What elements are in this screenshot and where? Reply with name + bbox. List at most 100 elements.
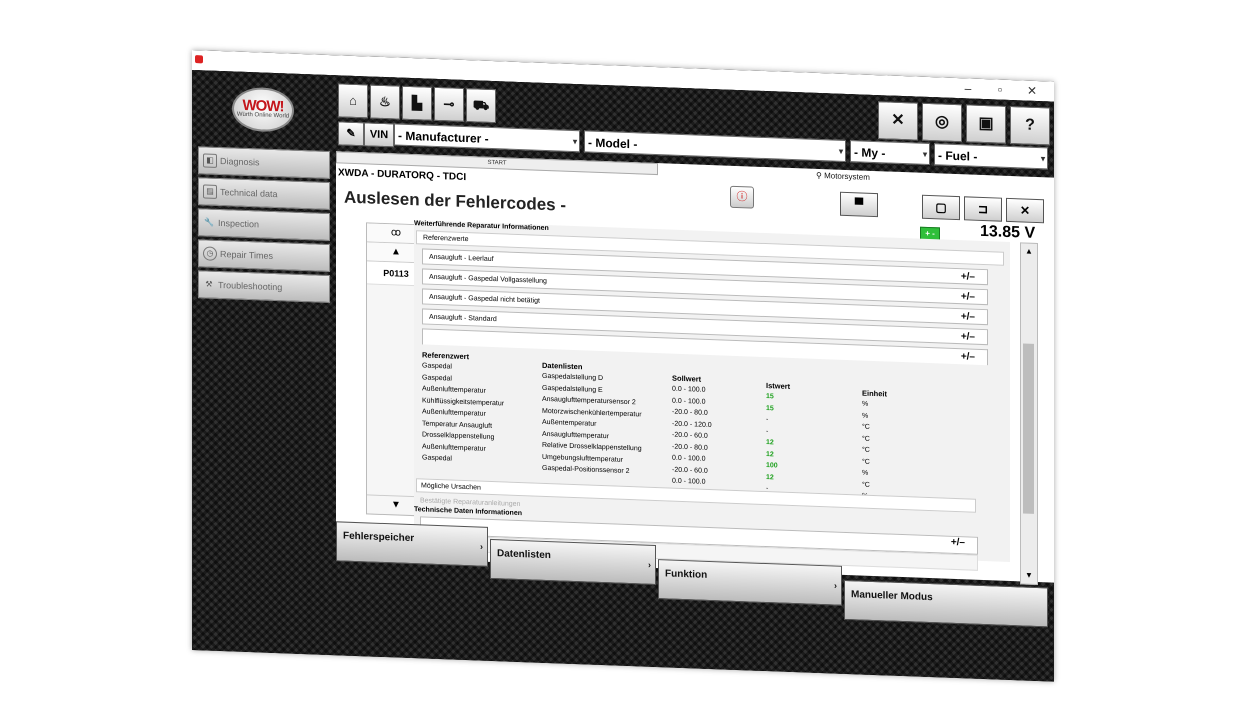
- my-select[interactable]: - My - ▾: [850, 140, 930, 166]
- factory-button[interactable]: ▙: [402, 85, 432, 121]
- tab-label: Manueller Modus: [851, 589, 933, 604]
- table-cell: 0.0 - 100.0: [672, 454, 706, 463]
- table-cell: °C: [862, 423, 870, 431]
- key-icon: ⊸: [443, 96, 455, 112]
- table-cell: 0.0 - 100.0: [672, 385, 706, 394]
- minimize-panel-button[interactable]: ⊐: [964, 196, 1002, 222]
- maximize-button[interactable]: ▫: [984, 79, 1016, 100]
- print-button[interactable]: ▀: [840, 191, 878, 218]
- table-cell: °C: [862, 446, 870, 454]
- table-cell: Gaspedal: [422, 454, 452, 463]
- page-title: Auslesen der Fehlercodes -: [344, 187, 567, 215]
- table-cell: 15: [766, 393, 774, 401]
- minimize-button[interactable]: –: [952, 78, 984, 99]
- fuel-value: - Fuel -: [938, 148, 978, 164]
- oil-icon: ♨: [379, 93, 391, 110]
- warning-button[interactable]: ⓘ: [730, 185, 754, 209]
- col-header-einheit: Einheit: [862, 388, 888, 399]
- table-cell: °C: [862, 435, 870, 443]
- table-cell: 100: [766, 462, 778, 470]
- chevron-down-icon: ▼: [391, 499, 401, 511]
- save-button[interactable]: ▢: [922, 194, 960, 221]
- chevron-right-icon: ›: [834, 580, 837, 591]
- fuel-select[interactable]: - Fuel - ▾: [934, 143, 1048, 170]
- tab-datenlisten[interactable]: Datenlisten ›: [490, 538, 656, 586]
- oil-button[interactable]: ♨: [370, 84, 400, 120]
- vin-button[interactable]: VIN: [364, 122, 394, 148]
- app-icon: [195, 55, 203, 64]
- expand-toggle[interactable]: +/–: [961, 289, 975, 306]
- table-cell: °C: [862, 481, 870, 489]
- tool-close-button[interactable]: ✕: [878, 101, 918, 141]
- chevron-up-icon: ▲: [1025, 246, 1033, 256]
- expand-toggle[interactable]: +/–: [961, 309, 975, 326]
- table-cell: %: [862, 400, 869, 408]
- warning-icon: ⓘ: [736, 190, 748, 204]
- col-header-datenlisten: Datenlisten: [542, 360, 583, 372]
- table-cell: -20.0 - 80.0: [672, 408, 708, 417]
- accordion-label: Ansaugluft - Gaspedal Vollgasstellung: [429, 273, 547, 286]
- scroll-thumb[interactable]: [1023, 343, 1034, 514]
- expand-toggle[interactable]: +/–: [951, 537, 965, 549]
- table-cell: 15: [766, 404, 774, 412]
- table-cell: %: [862, 469, 869, 477]
- sidebar-item-label: Troubleshooting: [218, 279, 283, 293]
- col-einheit: %%°C°C°C°C%°C%: [862, 399, 870, 503]
- close-window-button[interactable]: ✕: [1016, 80, 1048, 101]
- model-value: - Model -: [588, 135, 638, 152]
- expand-toggle[interactable]: +/–: [961, 269, 975, 286]
- my-value: - My -: [854, 145, 886, 161]
- table-cell: 12: [766, 439, 774, 447]
- tab-fehlerspeicher[interactable]: Fehlerspeicher ›: [336, 521, 488, 567]
- edit-button[interactable]: ✎: [338, 121, 364, 147]
- app-window: – ▫ ✕ WOW! Würth Online World ◧ Diagnosi…: [192, 50, 1054, 682]
- col-referenzwert: Gaspedal Gaspedal Außenlufttemperatur Kühlf…: [422, 360, 504, 467]
- manufacturer-value: - Manufacturer -: [398, 128, 489, 146]
- key-button[interactable]: ⊸: [434, 86, 464, 122]
- table-cell: 12: [766, 473, 774, 481]
- sidebar-nav: ◧ Diagnosis ▤ Technical data 🔧 Inspectio…: [198, 146, 330, 306]
- sidebar-item-label: Technical data: [220, 187, 278, 200]
- close-panel-button[interactable]: ✕: [1006, 197, 1044, 224]
- sidebar-item-diagnosis[interactable]: ◧ Diagnosis: [198, 146, 330, 180]
- table-cell: °C: [862, 458, 870, 466]
- wrench-icon: 🔧: [204, 217, 214, 227]
- expand-toggle[interactable]: +/–: [961, 349, 975, 366]
- sidebar-item-troubleshooting[interactable]: ⚒ Troubleshooting: [198, 270, 330, 304]
- car-button[interactable]: ⛟: [466, 88, 496, 124]
- tools-icon: ⚒: [205, 279, 213, 289]
- engine-icon: ⚲: [816, 170, 822, 181]
- table-cell: Gaspedal-Positionssensor 2: [542, 464, 630, 476]
- accordion-label: Ansaugluft - Gaspedal nicht betätigt: [429, 293, 540, 305]
- col-istwert: 15 15- -12 12 100 12-: [766, 391, 778, 495]
- sidebar-item-technical-data[interactable]: ▤ Technical data: [198, 177, 330, 211]
- repair-info-panel: Weiterführende Reparatur Informationen R…: [414, 220, 1010, 571]
- table-cell: 0.0 - 100.0: [672, 477, 706, 486]
- battery-test-button[interactable]: ▣: [966, 104, 1006, 144]
- pencil-icon: ✎: [346, 127, 356, 140]
- chevron-down-icon: ▾: [922, 149, 927, 159]
- col-header-referenzwert: Referenzwert: [422, 350, 470, 362]
- home-icon: ⌂: [349, 92, 357, 109]
- vertical-scrollbar[interactable]: ▲ ▼: [1020, 242, 1038, 586]
- sidebar-item-inspection[interactable]: 🔧 Inspection: [198, 208, 330, 242]
- home-button[interactable]: ⌂: [338, 83, 368, 119]
- tab-funktion[interactable]: Funktion ›: [658, 559, 842, 606]
- document-icon: ▤: [203, 184, 217, 199]
- accordion-label: Ansaugluft - Standard: [429, 313, 497, 324]
- restore-icon: ⊐: [977, 201, 989, 217]
- col-header-istwert: Istwert: [766, 381, 791, 391]
- help-icon: ?: [1025, 116, 1035, 134]
- sidebar-item-label: Repair Times: [220, 249, 274, 261]
- expand-toggle[interactable]: +/–: [961, 329, 975, 346]
- factory-icon: ▙: [412, 95, 422, 111]
- tab-manueller-modus[interactable]: Manueller Modus: [844, 579, 1048, 628]
- chevron-down-icon: ▾: [572, 136, 577, 147]
- sensor-button[interactable]: ◎: [922, 102, 962, 143]
- tab-label: Datenlisten: [497, 548, 551, 562]
- scroll-up-arrow[interactable]: ▲: [1021, 243, 1037, 260]
- help-button[interactable]: ?: [1010, 105, 1050, 146]
- sidebar-item-repair-times[interactable]: ◷ Repair Times: [198, 239, 330, 273]
- car-icon: ⛟: [472, 97, 490, 113]
- scroll-down-arrow[interactable]: ▼: [1021, 567, 1037, 584]
